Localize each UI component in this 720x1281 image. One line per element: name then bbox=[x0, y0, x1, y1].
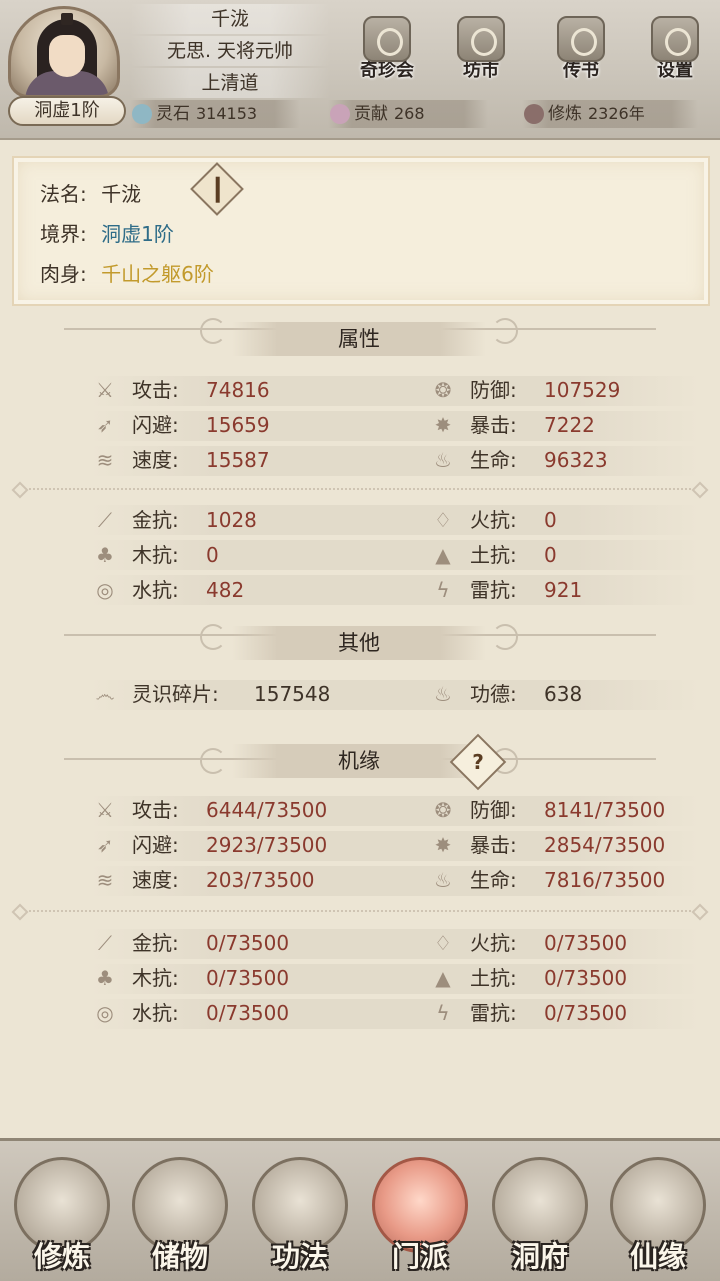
life-icon: ♨ bbox=[434, 868, 452, 892]
metal-icon: ⟋ bbox=[98, 931, 112, 955]
player-identity: 千泷 无思. 天将元帅 上清道 bbox=[130, 4, 330, 100]
fire-icon: ♢ bbox=[434, 508, 452, 532]
spirit-stone-counter[interactable]: 灵石 314153 bbox=[130, 100, 300, 128]
thunder-icon: ϟ bbox=[436, 578, 450, 602]
contribution-counter[interactable]: 贡献 268 bbox=[328, 100, 488, 128]
cloud-ornament-icon bbox=[200, 624, 226, 650]
player-sect: 上清道 bbox=[130, 68, 330, 98]
defense-icon: ❂ bbox=[434, 798, 452, 822]
top-header: 洞虚1阶 千泷 无思. 天将元帅 上清道 奇珍会 坊市 传书 设置 灵石 3141… bbox=[0, 0, 720, 140]
question-icon: ? bbox=[472, 750, 484, 774]
nav-cultivate[interactable]: 修炼 bbox=[6, 1151, 118, 1279]
body-row: 肉身: 千山之躯6阶 bbox=[40, 262, 214, 286]
profile-card: 法名: 千泷 境界: 洞虚1阶 肉身: 千山之躯6阶 bbox=[12, 156, 710, 306]
water-icon: ◎ bbox=[96, 1001, 114, 1025]
nav-immortal-fate[interactable]: 仙缘 bbox=[602, 1151, 714, 1279]
letters-button[interactable]: 传书 bbox=[544, 16, 618, 88]
treasure-pavilion-button[interactable]: 奇珍会 bbox=[350, 16, 424, 88]
player-name: 千泷 bbox=[130, 4, 330, 34]
dotted-divider bbox=[18, 488, 702, 490]
scroll-letter-icon bbox=[557, 16, 605, 62]
others-title: 其他 bbox=[232, 626, 486, 660]
cloud-ornament-icon bbox=[200, 748, 226, 774]
gear-icon bbox=[651, 16, 699, 62]
wood-icon: ♣ bbox=[96, 966, 114, 990]
attack-icon: ⚔ bbox=[96, 378, 114, 402]
attack-icon: ⚔ bbox=[96, 798, 114, 822]
player-avatar[interactable] bbox=[8, 6, 120, 98]
dharma-name: 千泷 bbox=[101, 182, 142, 206]
critical-icon: ✸ bbox=[434, 833, 452, 857]
fire-icon: ♢ bbox=[434, 931, 452, 955]
player-title: 无思. 天将元帅 bbox=[130, 36, 330, 66]
settings-button[interactable]: 设置 bbox=[638, 16, 712, 88]
defense-icon: ❂ bbox=[434, 378, 452, 402]
metal-icon: ⟋ bbox=[98, 508, 112, 532]
realm-row: 境界: 洞虚1阶 bbox=[40, 222, 174, 246]
cultivation-icon bbox=[524, 104, 544, 124]
rename-brush-icon[interactable] bbox=[190, 162, 244, 216]
water-icon: ◎ bbox=[96, 578, 114, 602]
critical-icon: ✸ bbox=[434, 413, 452, 437]
earth-icon: ▲ bbox=[435, 543, 451, 567]
soul-shard-icon: ෴ bbox=[95, 682, 115, 706]
dotted-divider bbox=[18, 910, 702, 912]
cloud-ornament-icon bbox=[492, 624, 518, 650]
dodge-icon: ➶ bbox=[96, 413, 114, 437]
cultivation-counter[interactable]: 修炼 2326年 bbox=[522, 100, 698, 128]
nav-sect[interactable]: 门派 bbox=[364, 1151, 476, 1279]
nav-storage[interactable]: 储物 bbox=[124, 1151, 236, 1279]
market-icon bbox=[457, 16, 505, 62]
nav-cave-dwelling[interactable]: 洞府 bbox=[484, 1151, 596, 1279]
wood-icon: ♣ bbox=[96, 543, 114, 567]
cloud-ornament-icon bbox=[200, 318, 226, 344]
dharma-name-row: 法名: 千泷 bbox=[40, 182, 142, 206]
bottom-nav: 修炼 储物 功法 门派 洞府 仙缘 bbox=[0, 1138, 720, 1281]
realm-badge: 洞虚1阶 bbox=[8, 96, 126, 126]
cloud-ornament-icon bbox=[492, 318, 518, 344]
attributes-title: 属性 bbox=[232, 322, 486, 356]
contribution-icon bbox=[330, 104, 350, 124]
nav-technique[interactable]: 功法 bbox=[244, 1151, 356, 1279]
speed-icon: ≋ bbox=[96, 448, 114, 472]
earth-icon: ▲ bbox=[435, 966, 451, 990]
body-value: 千山之躯6阶 bbox=[101, 262, 214, 286]
realm-value: 洞虚1阶 bbox=[101, 222, 174, 246]
fortune-title: 机缘 bbox=[232, 744, 486, 778]
market-button[interactable]: 坊市 bbox=[444, 16, 518, 88]
treasure-pavilion-icon bbox=[363, 16, 411, 62]
spirit-stone-icon bbox=[132, 104, 152, 124]
dodge-icon: ➶ bbox=[96, 833, 114, 857]
merit-icon: ♨ bbox=[434, 682, 452, 706]
fortune-help-button[interactable]: ? bbox=[449, 733, 507, 791]
life-icon: ♨ bbox=[434, 448, 452, 472]
thunder-icon: ϟ bbox=[436, 1001, 450, 1025]
speed-icon: ≋ bbox=[96, 868, 114, 892]
